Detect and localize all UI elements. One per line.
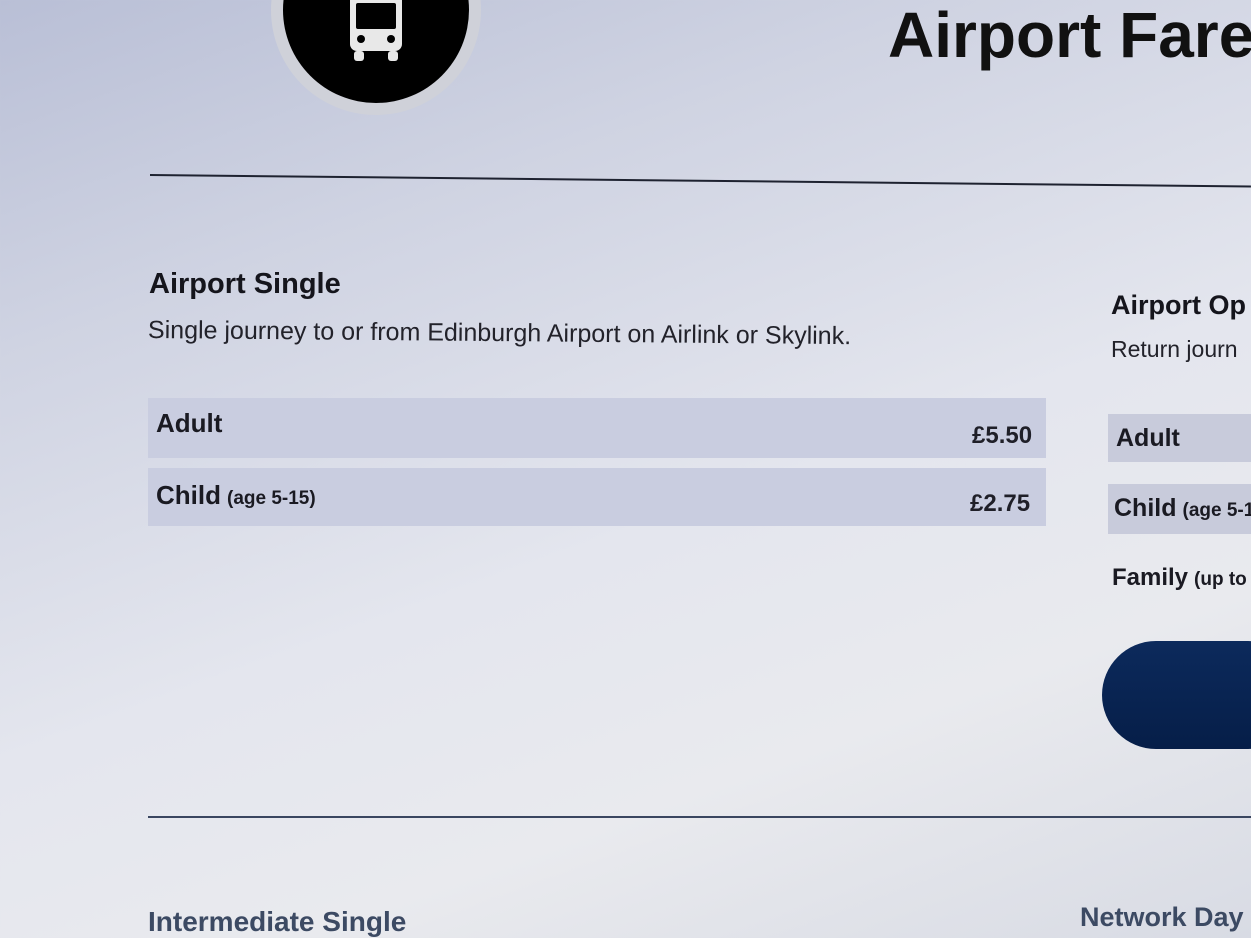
network-day-heading: Network Day [1080,902,1244,932]
airport-single-description: Single journey to or from Edinburgh Airp… [147,316,852,351]
fare-price-adult: £5.50 [972,422,1033,449]
fare-label-adult: Adult [156,408,223,438]
fare-note-child: (age 5-15) [227,488,316,509]
open-fare-label-child: Child (age 5-1 [1114,494,1251,523]
bottom-divider [148,816,1251,818]
open-fare-label-family: Family (up to [1112,564,1247,592]
airport-open-description: Return journ [1111,336,1238,362]
bus-logo [271,0,481,115]
airport-open-title: Airport Op [1111,290,1246,320]
top-divider [149,174,1251,188]
airport-single-title: Airport Single [149,268,341,300]
intermediate-single-heading: Intermediate Single [148,906,407,937]
fare-label-child: Child (age 5-15) [156,480,316,511]
fare-price-child: £2.75 [970,490,1031,517]
bus-icon [350,0,402,61]
open-fare-label-child-text: Child [1114,494,1177,522]
bus-logo-circle [283,0,469,103]
fare-row-child: Child (age 5-15) £2.75 [148,468,1046,526]
open-fare-label-family-text: Family [1112,564,1189,591]
open-fare-note-child: (age 5-1 [1182,500,1251,521]
buy-ticket-button[interactable] [1102,641,1251,749]
fare-row-adult: Adult £5.50 [148,398,1046,458]
fare-label-child-text: Child [156,480,221,510]
open-fare-note-family: (up to [1194,569,1247,590]
page-title: Airport Fare [888,0,1251,71]
open-fare-label-adult: Adult [1116,424,1180,452]
